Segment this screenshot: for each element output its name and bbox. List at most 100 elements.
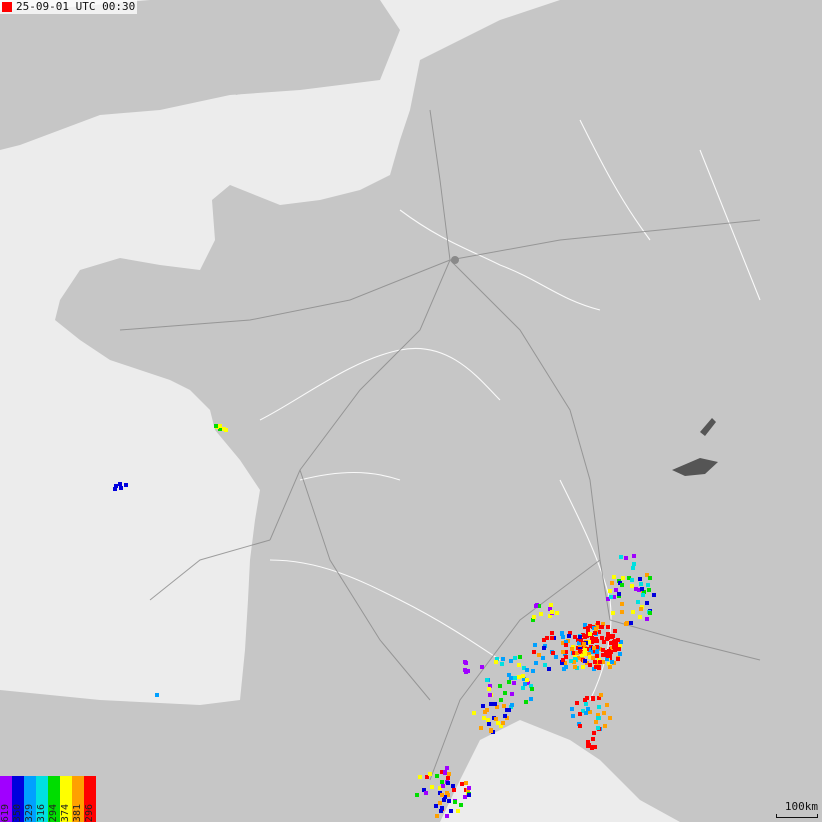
lightning-strike: [611, 611, 615, 615]
lightning-strike: [581, 665, 585, 669]
lightning-strike: [501, 657, 505, 661]
lightning-strike: [578, 724, 582, 728]
lightning-strike: [573, 635, 577, 639]
lightning-strike: [634, 587, 638, 591]
lightning-strike: [499, 698, 503, 702]
lightning-strike: [487, 722, 491, 726]
lightning-strike: [630, 584, 634, 588]
lightning-strike: [606, 654, 610, 658]
lightning-strike: [608, 665, 612, 669]
lightning-strike: [543, 663, 547, 667]
scale-label: 100km: [784, 800, 818, 813]
lightning-strike: [445, 766, 449, 770]
lightning-strike: [434, 804, 438, 808]
lightning-strike: [588, 632, 592, 636]
lightning-strike: [464, 781, 468, 785]
lightning-strike: [629, 621, 633, 625]
lightning-strike: [502, 704, 506, 708]
lightning-strike: [583, 648, 587, 652]
lightning-strike: [619, 555, 623, 559]
lightning-strike: [124, 483, 128, 487]
lightning-strike: [501, 721, 505, 725]
lightning-strike: [625, 621, 629, 625]
lightning-strike: [605, 703, 609, 707]
lightning-strike: [571, 714, 575, 718]
lightning-strike: [595, 639, 599, 643]
paris-city: [451, 256, 459, 264]
lightning-strike: [567, 634, 571, 638]
lightning-strike: [550, 631, 554, 635]
lightning-strike: [614, 588, 618, 592]
lightning-strike: [467, 786, 471, 790]
lightning-strike: [632, 562, 636, 566]
lightning-strike: [530, 687, 534, 691]
lightning-strike: [415, 793, 419, 797]
lightning-strike: [610, 660, 614, 664]
lightning-strike: [485, 678, 489, 682]
lightning-strike: [489, 702, 493, 706]
lightning-strike: [584, 702, 588, 706]
lightning-strike: [525, 668, 529, 672]
lightning-strike: [648, 611, 652, 615]
legend-cell: 381: [72, 776, 84, 822]
lightning-strike: [593, 660, 597, 664]
lightning-strike: [595, 650, 599, 654]
lightning-strike: [532, 650, 536, 654]
lightning-strike: [591, 656, 595, 660]
lightning-strike: [578, 649, 582, 653]
lightning-strike: [609, 595, 613, 599]
lightning-strike: [534, 661, 538, 665]
lightning-strike: [647, 588, 651, 592]
lightning-strike: [564, 665, 568, 669]
lightning-strike: [613, 639, 617, 643]
lightning-strike: [602, 640, 606, 644]
lightning-strike: [119, 486, 123, 490]
lightning-strike: [509, 659, 513, 663]
lightning-strike: [593, 631, 597, 635]
lightning-strike: [641, 593, 645, 597]
lightning-strike: [509, 676, 513, 680]
lightning-strike: [440, 793, 444, 797]
lightning-strike: [521, 674, 525, 678]
lightning-strike: [498, 684, 502, 688]
lightning-strike: [512, 681, 516, 685]
lightning-strike: [452, 788, 456, 792]
lightning-strike: [596, 726, 600, 730]
lightning-strike: [561, 650, 565, 654]
legend-count: 316: [36, 803, 47, 822]
lightning-strike: [597, 705, 601, 709]
lightning-strike: [613, 629, 617, 633]
lightning-strike: [583, 652, 587, 656]
lightning-strike: [114, 484, 118, 488]
lightning-strike: [578, 712, 582, 716]
lightning-strike: [639, 607, 643, 611]
lightning-strike: [638, 615, 642, 619]
lightning-strike: [586, 707, 590, 711]
lightning-strike: [463, 795, 467, 799]
lightning-strike: [618, 652, 622, 656]
lightning-strike: [594, 665, 598, 669]
lightning-strike: [600, 636, 604, 640]
legend-cell: 316: [36, 776, 48, 822]
lightning-strike: [537, 653, 541, 657]
lightning-strike: [467, 793, 471, 797]
lightning-strike: [483, 710, 487, 714]
lightning-strike: [542, 638, 546, 642]
lightning-strike: [481, 704, 485, 708]
lightning-strike: [646, 583, 650, 587]
lightning-strike: [578, 635, 582, 639]
lightning-strike: [592, 646, 596, 650]
lightning-strike: [640, 587, 644, 591]
lightning-strike: [639, 582, 643, 586]
age-legend: 619 350 329 316 294 374 381 296: [0, 776, 96, 822]
lightning-strike: [529, 697, 533, 701]
lightning-map: [0, 0, 822, 822]
lightning-strike: [582, 642, 586, 646]
lightning-strike: [596, 621, 600, 625]
lightning-strike: [532, 615, 536, 619]
lightning-strike: [598, 660, 602, 664]
lightning-strike: [500, 662, 504, 666]
lightning-strike: [573, 665, 577, 669]
lightning-strike: [620, 610, 624, 614]
lightning-strike: [570, 707, 574, 711]
